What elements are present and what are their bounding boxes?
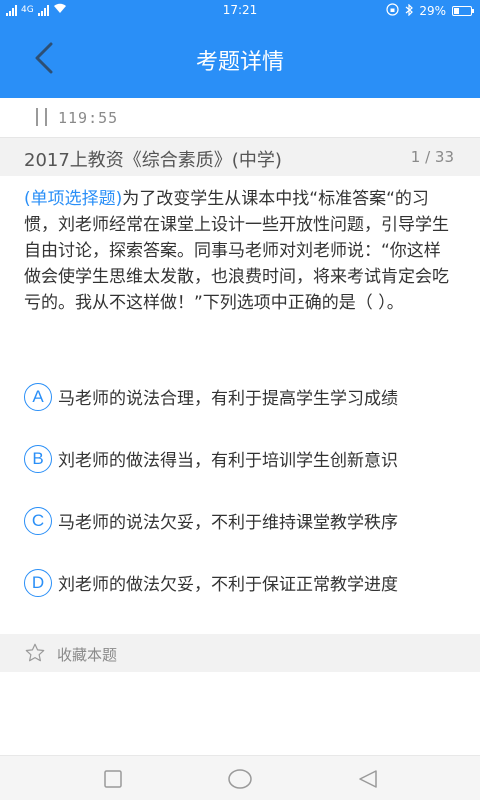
option-text: 刘老师的做法得当，有利于培训学生创新意识 bbox=[58, 451, 398, 471]
timer-value: 119:55 bbox=[58, 109, 119, 127]
timer-bar: 119:55 bbox=[0, 98, 480, 138]
favorite-button[interactable]: 收藏本题 bbox=[0, 634, 480, 672]
option-d[interactable]: D 刘老师的做法欠妥，不利于保证正常教学进度 bbox=[24, 569, 456, 598]
page-title: 考题详情 bbox=[195, 50, 284, 75]
system-nav-bar bbox=[0, 755, 480, 800]
battery-icon bbox=[452, 6, 474, 16]
status-bar: 4G 17:21 29% bbox=[0, 0, 480, 20]
status-right: 29% bbox=[386, 3, 474, 19]
option-letter: C bbox=[24, 507, 52, 535]
option-text: 马老师的说法合理，有利于提高学生学习成绩 bbox=[58, 389, 398, 409]
option-letter: D bbox=[24, 569, 52, 597]
option-text: 马老师的说法欠妥，不利于维持课堂教学秩序 bbox=[58, 513, 398, 533]
option-text: 刘老师的做法欠妥，不利于保证正常教学进度 bbox=[58, 575, 398, 595]
square-icon bbox=[104, 770, 122, 788]
star-icon bbox=[25, 643, 45, 662]
option-letter: B bbox=[24, 445, 52, 473]
battery-percent: 29% bbox=[419, 4, 446, 18]
option-letter: A bbox=[24, 383, 52, 411]
app-bar: 考题详情 bbox=[0, 20, 480, 98]
option-b[interactable]: B 刘老师的做法得当，有利于培训学生创新意识 bbox=[24, 445, 456, 474]
triangle-back-icon bbox=[359, 770, 377, 788]
rotation-lock-icon bbox=[386, 3, 399, 19]
option-a[interactable]: A 马老师的说法合理，有利于提高学生学习成绩 bbox=[24, 383, 456, 412]
exam-header: 2017上教资《综合素质》(中学) 1 / 33 bbox=[0, 138, 480, 176]
exam-title: 2017上教资《综合素质》(中学) bbox=[24, 150, 282, 171]
circle-icon bbox=[228, 769, 252, 789]
option-c[interactable]: C 马老师的说法欠妥，不利于维持课堂教学秩序 bbox=[24, 507, 456, 536]
bluetooth-icon bbox=[405, 3, 414, 19]
question-text: (单项选择题)为了改变学生从课本中找“标准答案“的习惯，刘老师经常在课堂上设计一… bbox=[24, 186, 456, 316]
question-type: (单项选择题) bbox=[24, 189, 123, 209]
favorite-label: 收藏本题 bbox=[57, 646, 118, 664]
pause-icon[interactable] bbox=[36, 108, 50, 126]
question-counter: 1 / 33 bbox=[410, 148, 454, 166]
back-nav-button[interactable] bbox=[355, 766, 381, 792]
recent-apps-button[interactable] bbox=[100, 766, 126, 792]
home-button[interactable] bbox=[227, 766, 253, 792]
